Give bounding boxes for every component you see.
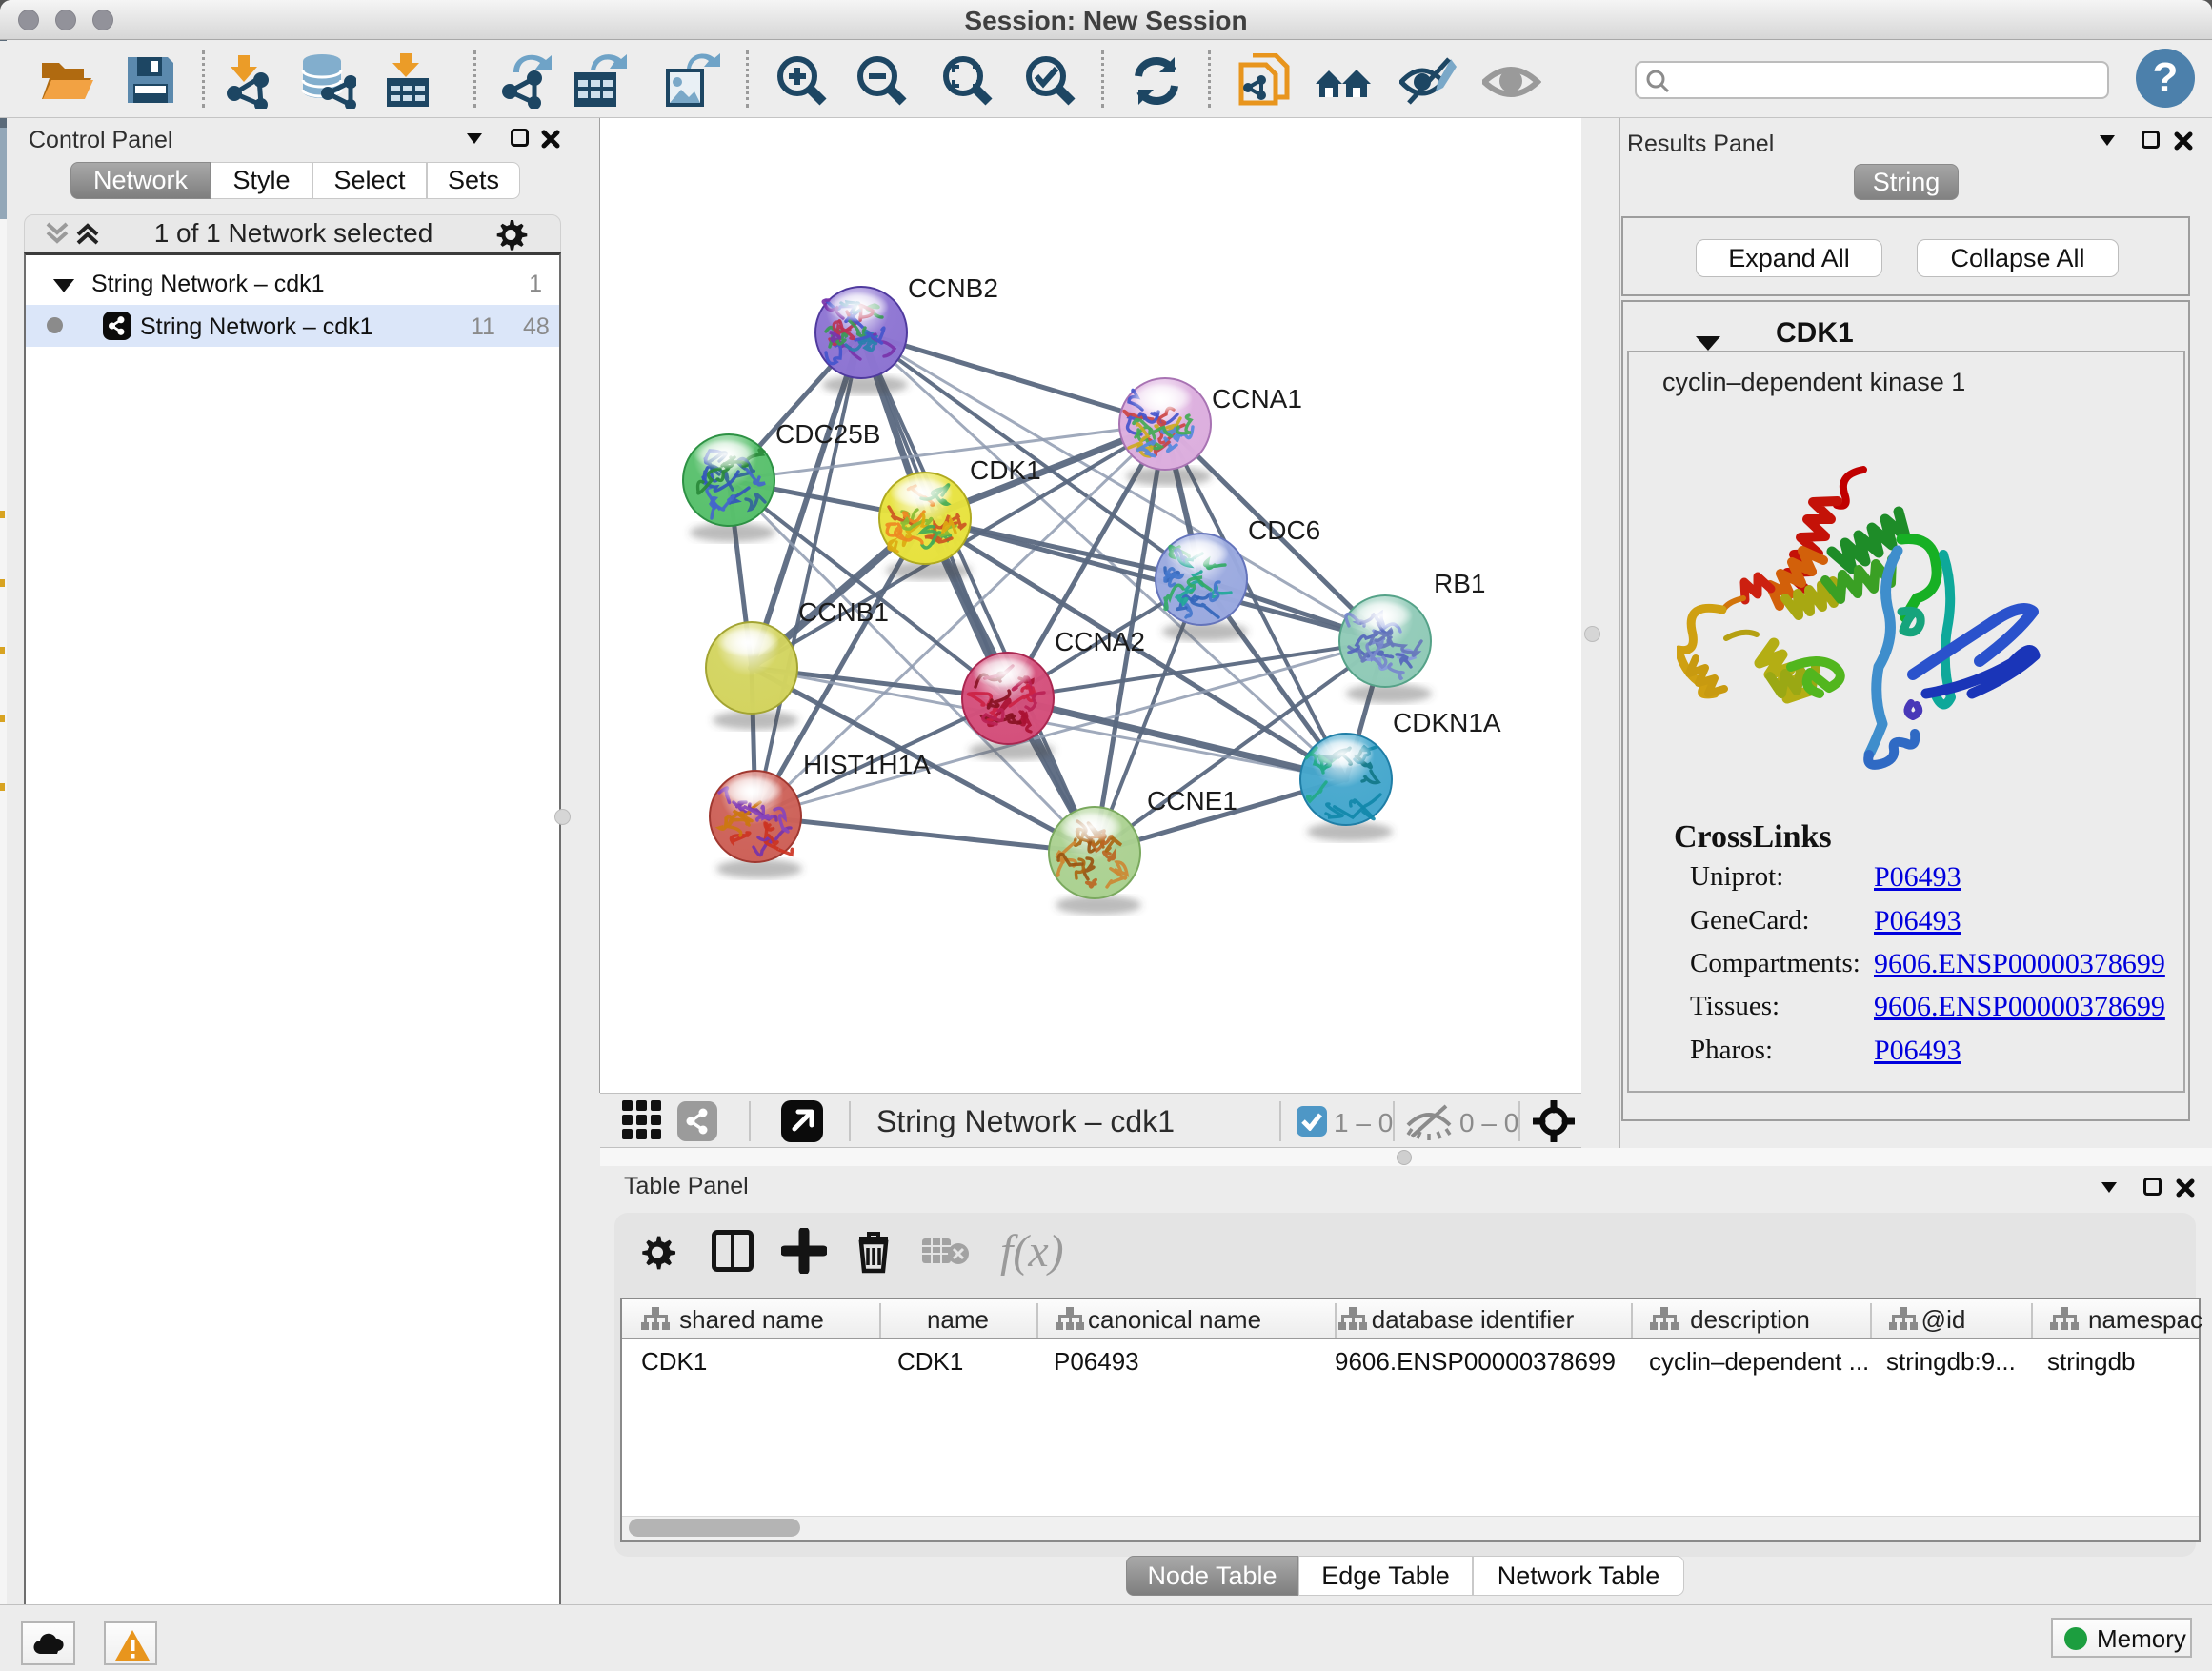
svg-text:CDK1: CDK1 (970, 455, 1041, 485)
svg-text:CDKN1A: CDKN1A (1393, 708, 1501, 737)
svg-text:CCNA1: CCNA1 (1212, 384, 1302, 413)
svg-text:CCNB1: CCNB1 (798, 597, 889, 627)
svg-text:CDC6: CDC6 (1248, 515, 1320, 545)
svg-text:RB1: RB1 (1434, 569, 1485, 598)
svg-text:HIST1H1A: HIST1H1A (803, 750, 931, 779)
svg-text:CDC25B: CDC25B (775, 419, 880, 449)
svg-text:CCNB2: CCNB2 (908, 273, 998, 303)
svg-text:CCNE1: CCNE1 (1147, 786, 1237, 815)
svg-text:CCNA2: CCNA2 (1055, 627, 1145, 656)
